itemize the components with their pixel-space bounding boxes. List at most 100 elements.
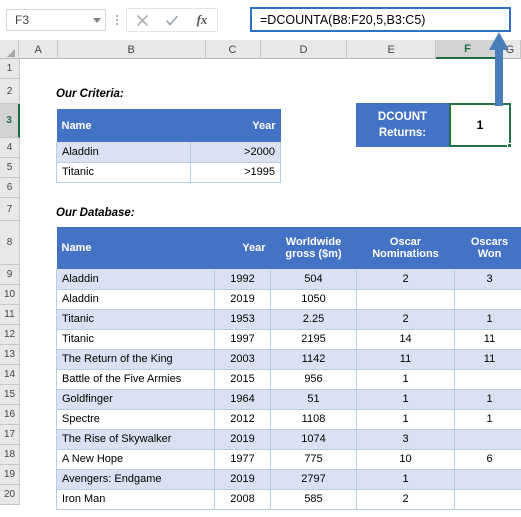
table-row[interactable]: Aladdin 1992 504 2 3 — [56, 269, 521, 290]
table-row[interactable]: Titanic 1997 2195 14 11 — [56, 329, 521, 350]
database-cell-name: Goldfinger — [56, 389, 215, 410]
criteria-header-year: Year — [190, 109, 281, 142]
database-cell-name: Aladdin — [56, 269, 215, 290]
fx-icon[interactable]: fx — [193, 11, 211, 29]
table-row[interactable]: Iron Man 2008 585 2 — [56, 489, 521, 510]
table-row[interactable]: Battle of the Five Armies 2015 956 1 — [56, 369, 521, 390]
database-cell-year: 2019 — [214, 469, 271, 490]
database-header-row: Name Year Worldwide gross ($m) Oscar Nom… — [56, 227, 521, 269]
name-box-value: F3 — [15, 13, 30, 27]
row-header-11[interactable]: 11 — [0, 305, 20, 325]
table-row[interactable]: Aladdin >2000 — [56, 142, 281, 163]
database-cell-year: 1953 — [214, 309, 271, 330]
database-cell-year: 2003 — [214, 349, 271, 370]
database-header-gross-line1: Worldwide — [285, 236, 342, 248]
database-cell-nominations: 1 — [356, 469, 455, 490]
database-cell-won: 1 — [454, 409, 521, 430]
dcount-result-cell[interactable]: 1 — [449, 103, 511, 147]
database-cell-won: 1 — [454, 309, 521, 330]
row-header-14[interactable]: 14 — [0, 365, 20, 385]
row-header-4[interactable]: 4 — [0, 138, 20, 158]
table-row[interactable]: Titanic 1953 2.25 2 1 — [56, 309, 521, 330]
row-header-18[interactable]: 18 — [0, 445, 20, 465]
database-cell-gross: 956 — [270, 369, 357, 390]
dcount-label-line1: DCOUNT — [377, 111, 428, 123]
row-header-16[interactable]: 16 — [0, 405, 20, 425]
database-cell-gross: 585 — [270, 489, 357, 510]
row-header-9[interactable]: 9 — [0, 265, 20, 285]
database-cell-year: 1992 — [214, 269, 271, 290]
database-cell-nominations: 10 — [356, 449, 455, 470]
table-row[interactable]: The Return of the King 2003 1142 11 11 — [56, 349, 521, 370]
table-row[interactable]: Aladdin 2019 1050 — [56, 289, 521, 310]
criteria-caption: Our Criteria: — [56, 88, 124, 100]
row-header-strip: 1 2 3 4 5 6 7 8 9 10 11 12 13 14 15 16 1… — [0, 59, 20, 505]
table-row[interactable]: A New Hope 1977 775 10 6 — [56, 449, 521, 470]
table-row[interactable]: Avengers: Endgame 2019 2797 1 — [56, 469, 521, 490]
column-header-d[interactable]: D — [261, 40, 348, 59]
database-cell-name: The Return of the King — [56, 349, 215, 370]
database-cell-nominations: 14 — [356, 329, 455, 350]
select-all-corner[interactable] — [0, 40, 20, 59]
row-header-19[interactable]: 19 — [0, 465, 20, 485]
row-header-5[interactable]: 5 — [0, 158, 20, 178]
database-header-name: Name — [56, 227, 215, 269]
row-header-10[interactable]: 10 — [0, 285, 20, 305]
dcount-label-line2: Returns: — [378, 127, 427, 139]
column-header-b[interactable]: B — [58, 40, 206, 59]
column-header-strip: A B C D E F G — [0, 40, 521, 59]
database-cell-year: 2012 — [214, 409, 271, 430]
column-header-e[interactable]: E — [347, 40, 437, 59]
formula-input[interactable]: =DCOUNTA(B8:F20,5,B3:C5) — [250, 7, 511, 32]
database-cell-year: 2019 — [214, 289, 271, 310]
cancel-x-icon[interactable] — [133, 11, 151, 29]
row-header-7[interactable]: 7 — [0, 198, 20, 221]
column-header-c[interactable]: C — [206, 40, 261, 59]
database-cell-year: 1977 — [214, 449, 271, 470]
table-row[interactable]: Goldfinger 1964 51 1 1 — [56, 389, 521, 410]
database-header-won: Oscars Won — [454, 227, 521, 269]
row-header-13[interactable]: 13 — [0, 345, 20, 365]
database-cell-nominations: 2 — [356, 269, 455, 290]
database-cell-year: 2008 — [214, 489, 271, 510]
database-cell-name: A New Hope — [56, 449, 215, 470]
table-row[interactable]: Spectre 2012 1108 1 1 — [56, 409, 521, 430]
database-header-gross: Worldwide gross ($m) — [270, 227, 357, 269]
row-header-17[interactable]: 17 — [0, 425, 20, 445]
database-cell-won — [454, 489, 521, 510]
database-cell-year: 2019 — [214, 429, 271, 450]
database-cell-gross: 1108 — [270, 409, 357, 430]
row-header-20[interactable]: 20 — [0, 485, 20, 505]
database-cell-nominations: 1 — [356, 369, 455, 390]
database-cell-name: Spectre — [56, 409, 215, 430]
database-cell-nominations — [356, 289, 455, 310]
database-header-won-line1: Oscars — [470, 236, 509, 248]
table-row[interactable]: The Rise of Skywalker 2019 1074 3 — [56, 429, 521, 450]
row-header-8[interactable]: 8 — [0, 221, 20, 265]
criteria-cell-name: Titanic — [56, 162, 191, 183]
table-row[interactable]: Titanic >1995 — [56, 162, 281, 183]
row-header-3[interactable]: 3 — [0, 104, 20, 138]
database-header-won-line2: Won — [477, 248, 502, 260]
row-header-2[interactable]: 2 — [0, 79, 20, 104]
drag-handle-dots — [110, 9, 124, 31]
database-cell-won: 1 — [454, 389, 521, 410]
name-box[interactable]: F3 — [6, 9, 106, 31]
row-header-15[interactable]: 15 — [0, 385, 20, 405]
chevron-down-icon[interactable] — [93, 17, 101, 23]
formula-text: =DCOUNTA(B8:F20,5,B3:C5) — [260, 12, 426, 27]
database-cell-won — [454, 469, 521, 490]
check-icon[interactable] — [163, 11, 181, 29]
row-header-1[interactable]: 1 — [0, 59, 20, 79]
database-cell-name: The Rise of Skywalker — [56, 429, 215, 450]
row-header-6[interactable]: 6 — [0, 178, 20, 198]
column-header-a[interactable]: A — [19, 40, 58, 59]
database-cell-won: 11 — [454, 329, 521, 350]
database-cell-nominations: 2 — [356, 309, 455, 330]
fill-handle[interactable] — [507, 143, 512, 148]
criteria-cell-name: Aladdin — [56, 142, 191, 163]
database-header-nominations-line2: Nominations — [372, 248, 439, 260]
database-cell-gross: 504 — [270, 269, 357, 290]
row-header-12[interactable]: 12 — [0, 325, 20, 345]
database-cell-won: 3 — [454, 269, 521, 290]
